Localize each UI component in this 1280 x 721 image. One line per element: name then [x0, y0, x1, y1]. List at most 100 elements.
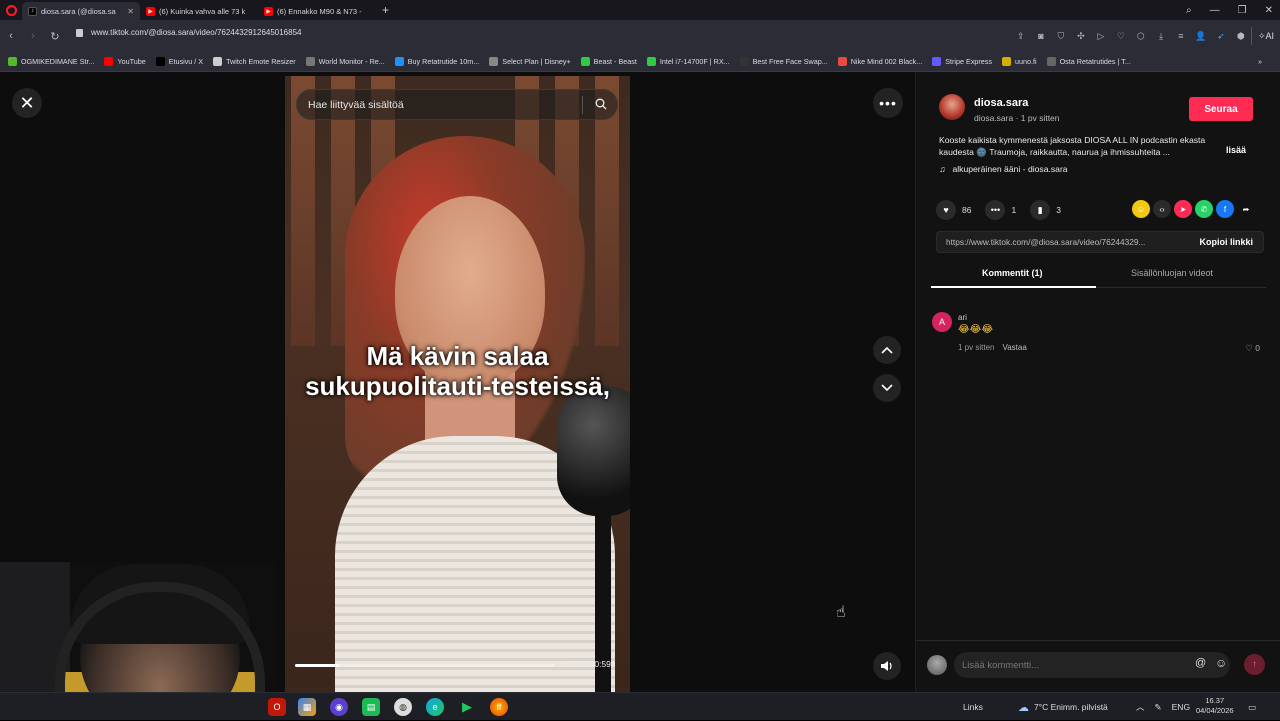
opera-taskbar-icon[interactable]: O — [268, 698, 286, 716]
apps-taskbar-icon[interactable]: ▦ — [298, 698, 316, 716]
extension-icon[interactable]: ✣ — [1071, 26, 1091, 46]
menu-icon[interactable]: ≡ — [1171, 26, 1191, 46]
tray-chevron-icon[interactable]: ︿ — [1136, 701, 1145, 713]
play-icon[interactable]: ▷ — [1091, 26, 1111, 46]
bookmark-item[interactable]: OGMIKEDIMANE Str... — [8, 57, 94, 66]
bookmark-item[interactable]: Osta Retatrutides | T... — [1046, 57, 1131, 66]
tab-creator-videos[interactable]: Sisällönluojan videot — [1131, 268, 1213, 278]
tab-youtube-1[interactable]: ▶ (6) Kuinka vahva alle 73 k — [140, 2, 258, 20]
back-button[interactable]: ‹ — [0, 30, 22, 42]
search-icon[interactable] — [595, 98, 607, 110]
video-progress-bar[interactable] — [295, 664, 555, 667]
volume-button[interactable] — [873, 652, 901, 680]
emoji-icon[interactable]: ☺ — [1215, 656, 1227, 670]
shield-icon[interactable]: ⛉ — [1051, 26, 1071, 46]
maximize-button[interactable]: ❐ — [1238, 5, 1247, 16]
minimize-button[interactable]: — — [1210, 5, 1220, 16]
reload-button[interactable]: ↻ — [44, 30, 66, 43]
camera-icon[interactable]: ◙ — [1031, 26, 1051, 46]
cube-icon[interactable]: ⬡ — [1131, 26, 1151, 46]
speaker-icon — [881, 661, 892, 671]
author-avatar[interactable] — [939, 94, 965, 120]
profile-icon[interactable]: 👤 — [1191, 26, 1211, 46]
close-window-button[interactable]: ✕ — [1265, 5, 1273, 16]
tiktok-page: ✕ Mä kävin salaa sukupuolitauti-testeiss… — [0, 72, 1280, 692]
author-name[interactable]: diosa.sara — [974, 97, 1028, 109]
mention-icon[interactable]: @ — [1195, 657, 1206, 669]
url-field[interactable]: www.tiktok.com/@diosa.sara/video/7624432… — [76, 28, 301, 37]
more-options-button[interactable]: ••• — [873, 88, 903, 118]
tab-comments[interactable]: Kommentit (1) — [982, 268, 1043, 278]
play-store-taskbar-icon[interactable]: ▶ — [458, 698, 476, 716]
facebook-icon[interactable]: f — [1216, 200, 1234, 218]
comment-action[interactable]: ••• 1 — [985, 200, 1016, 220]
related-search-box[interactable]: Hae liittyvää sisältöä — [296, 89, 618, 120]
like-count: 86 — [962, 205, 972, 215]
commenter-avatar[interactable]: A — [932, 312, 952, 332]
box-icon[interactable]: ⬢ — [1231, 26, 1251, 46]
sound-info[interactable]: ♫ alkuperäinen ääni - diosa.sara — [939, 164, 1068, 174]
next-video-button[interactable] — [873, 374, 901, 402]
heart-outline-icon: ♡ — [1245, 343, 1253, 353]
bookmark-item[interactable]: Etusivu / X — [155, 57, 203, 66]
youtube-favicon-icon: ▶ — [264, 6, 273, 16]
close-video-button[interactable]: ✕ — [12, 88, 42, 118]
links-toolbar[interactable]: Links — [963, 693, 983, 721]
bookmark-item[interactable]: Beast - Beast — [580, 57, 637, 66]
opera-logo-icon[interactable] — [0, 0, 22, 20]
bookmark-item[interactable]: Nike Mind 002 Black... — [837, 57, 922, 66]
video-time: 00:10/00:59 — [566, 659, 611, 669]
embed-icon[interactable]: ‹› — [1153, 200, 1171, 218]
extension-blue-icon[interactable]: ➶ — [1211, 26, 1231, 46]
ai-button[interactable]: ✧ AI — [1250, 27, 1280, 45]
edge-taskbar-icon[interactable]: e — [426, 698, 444, 716]
tab-tiktok[interactable]: ♪ diosa.sara (@diosa.sa ✕ — [22, 2, 140, 20]
app-green-taskbar-icon[interactable]: ▤ — [362, 698, 380, 716]
comment-tabs: Kommentit (1) Sisällönluojan videot — [931, 260, 1266, 288]
bookmark-item[interactable]: World Monitor - Re... — [305, 57, 385, 66]
bookmark-item[interactable]: Intel i7-14700F | RX... — [646, 57, 730, 66]
previous-video-button[interactable] — [873, 336, 901, 364]
download-icon[interactable]: ⤓ — [1151, 26, 1171, 46]
bookmark-item[interactable]: uuno.fi — [1002, 57, 1037, 66]
bookmark-item[interactable]: YouTube — [104, 57, 146, 66]
new-tab-button[interactable]: + — [382, 3, 389, 17]
whatsapp-icon[interactable]: ✆ — [1195, 200, 1213, 218]
follow-button[interactable]: Seuraa — [1189, 97, 1253, 121]
tiktok-favicon-icon: ♪ — [28, 6, 37, 16]
notifications-icon[interactable]: ▭ — [1248, 693, 1256, 721]
copy-link-button[interactable]: Kopioi linkki — [1199, 237, 1253, 247]
save-action[interactable]: ▮ 3 — [1030, 200, 1061, 220]
heart-icon[interactable]: ♡ — [1111, 26, 1131, 46]
bookmark-item[interactable]: Stripe Express — [932, 57, 992, 66]
commenter-name[interactable]: ari — [958, 313, 967, 322]
forward-share-icon[interactable]: ➦ — [1237, 200, 1255, 218]
bookmark-item[interactable]: Buy Retatrutide 10m... — [394, 57, 479, 66]
video-player[interactable]: Mä kävin salaa sukupuolitauti-testeissä,… — [285, 76, 630, 692]
friends-share-icon[interactable]: ☺ — [1132, 200, 1150, 218]
forward-button[interactable]: › — [22, 30, 44, 42]
share-icon[interactable]: ⇪ — [1011, 26, 1031, 46]
more-bookmarks-icon[interactable]: » — [1258, 57, 1262, 66]
app-grey-taskbar-icon[interactable]: ◍ — [394, 698, 412, 716]
share-icons: ☺ ‹› ➤ ✆ f ➦ — [1132, 200, 1255, 218]
description-more-link[interactable]: lisää — [1226, 145, 1246, 155]
comment-like-button[interactable]: ♡ 0 — [1245, 343, 1260, 354]
close-tab-icon[interactable]: ✕ — [127, 7, 134, 16]
like-action[interactable]: ♥ 86 — [936, 200, 971, 220]
bookmark-item[interactable]: Select Plan | Disney+ — [489, 57, 571, 66]
weather-widget[interactable]: ☁ 7°C Enimm. pilvistä — [1018, 693, 1108, 721]
pen-icon[interactable]: ✎ — [1155, 702, 1162, 713]
bookmark-item[interactable]: Best Free Face Swap... — [739, 57, 828, 66]
browser-taskbar-icon[interactable]: ◉ — [330, 698, 348, 716]
reply-button[interactable]: Vastaa — [1002, 343, 1026, 352]
system-clock[interactable]: 16.37 04/04/2026 — [1196, 696, 1234, 716]
firefox-taskbar-icon[interactable]: ff — [490, 698, 508, 716]
bookmark-item[interactable]: Twitch Emote Resizer — [213, 57, 296, 66]
tab-youtube-2[interactable]: ▶ (6) Ennakko M90 & N73 - — [258, 2, 376, 20]
search-tabs-icon[interactable]: ⌕ — [1186, 5, 1192, 16]
language-indicator[interactable]: ENG — [1172, 702, 1190, 712]
post-comment-button[interactable]: ↑ — [1244, 654, 1265, 675]
comment-input[interactable] — [954, 652, 1230, 678]
send-icon[interactable]: ➤ — [1174, 200, 1192, 218]
